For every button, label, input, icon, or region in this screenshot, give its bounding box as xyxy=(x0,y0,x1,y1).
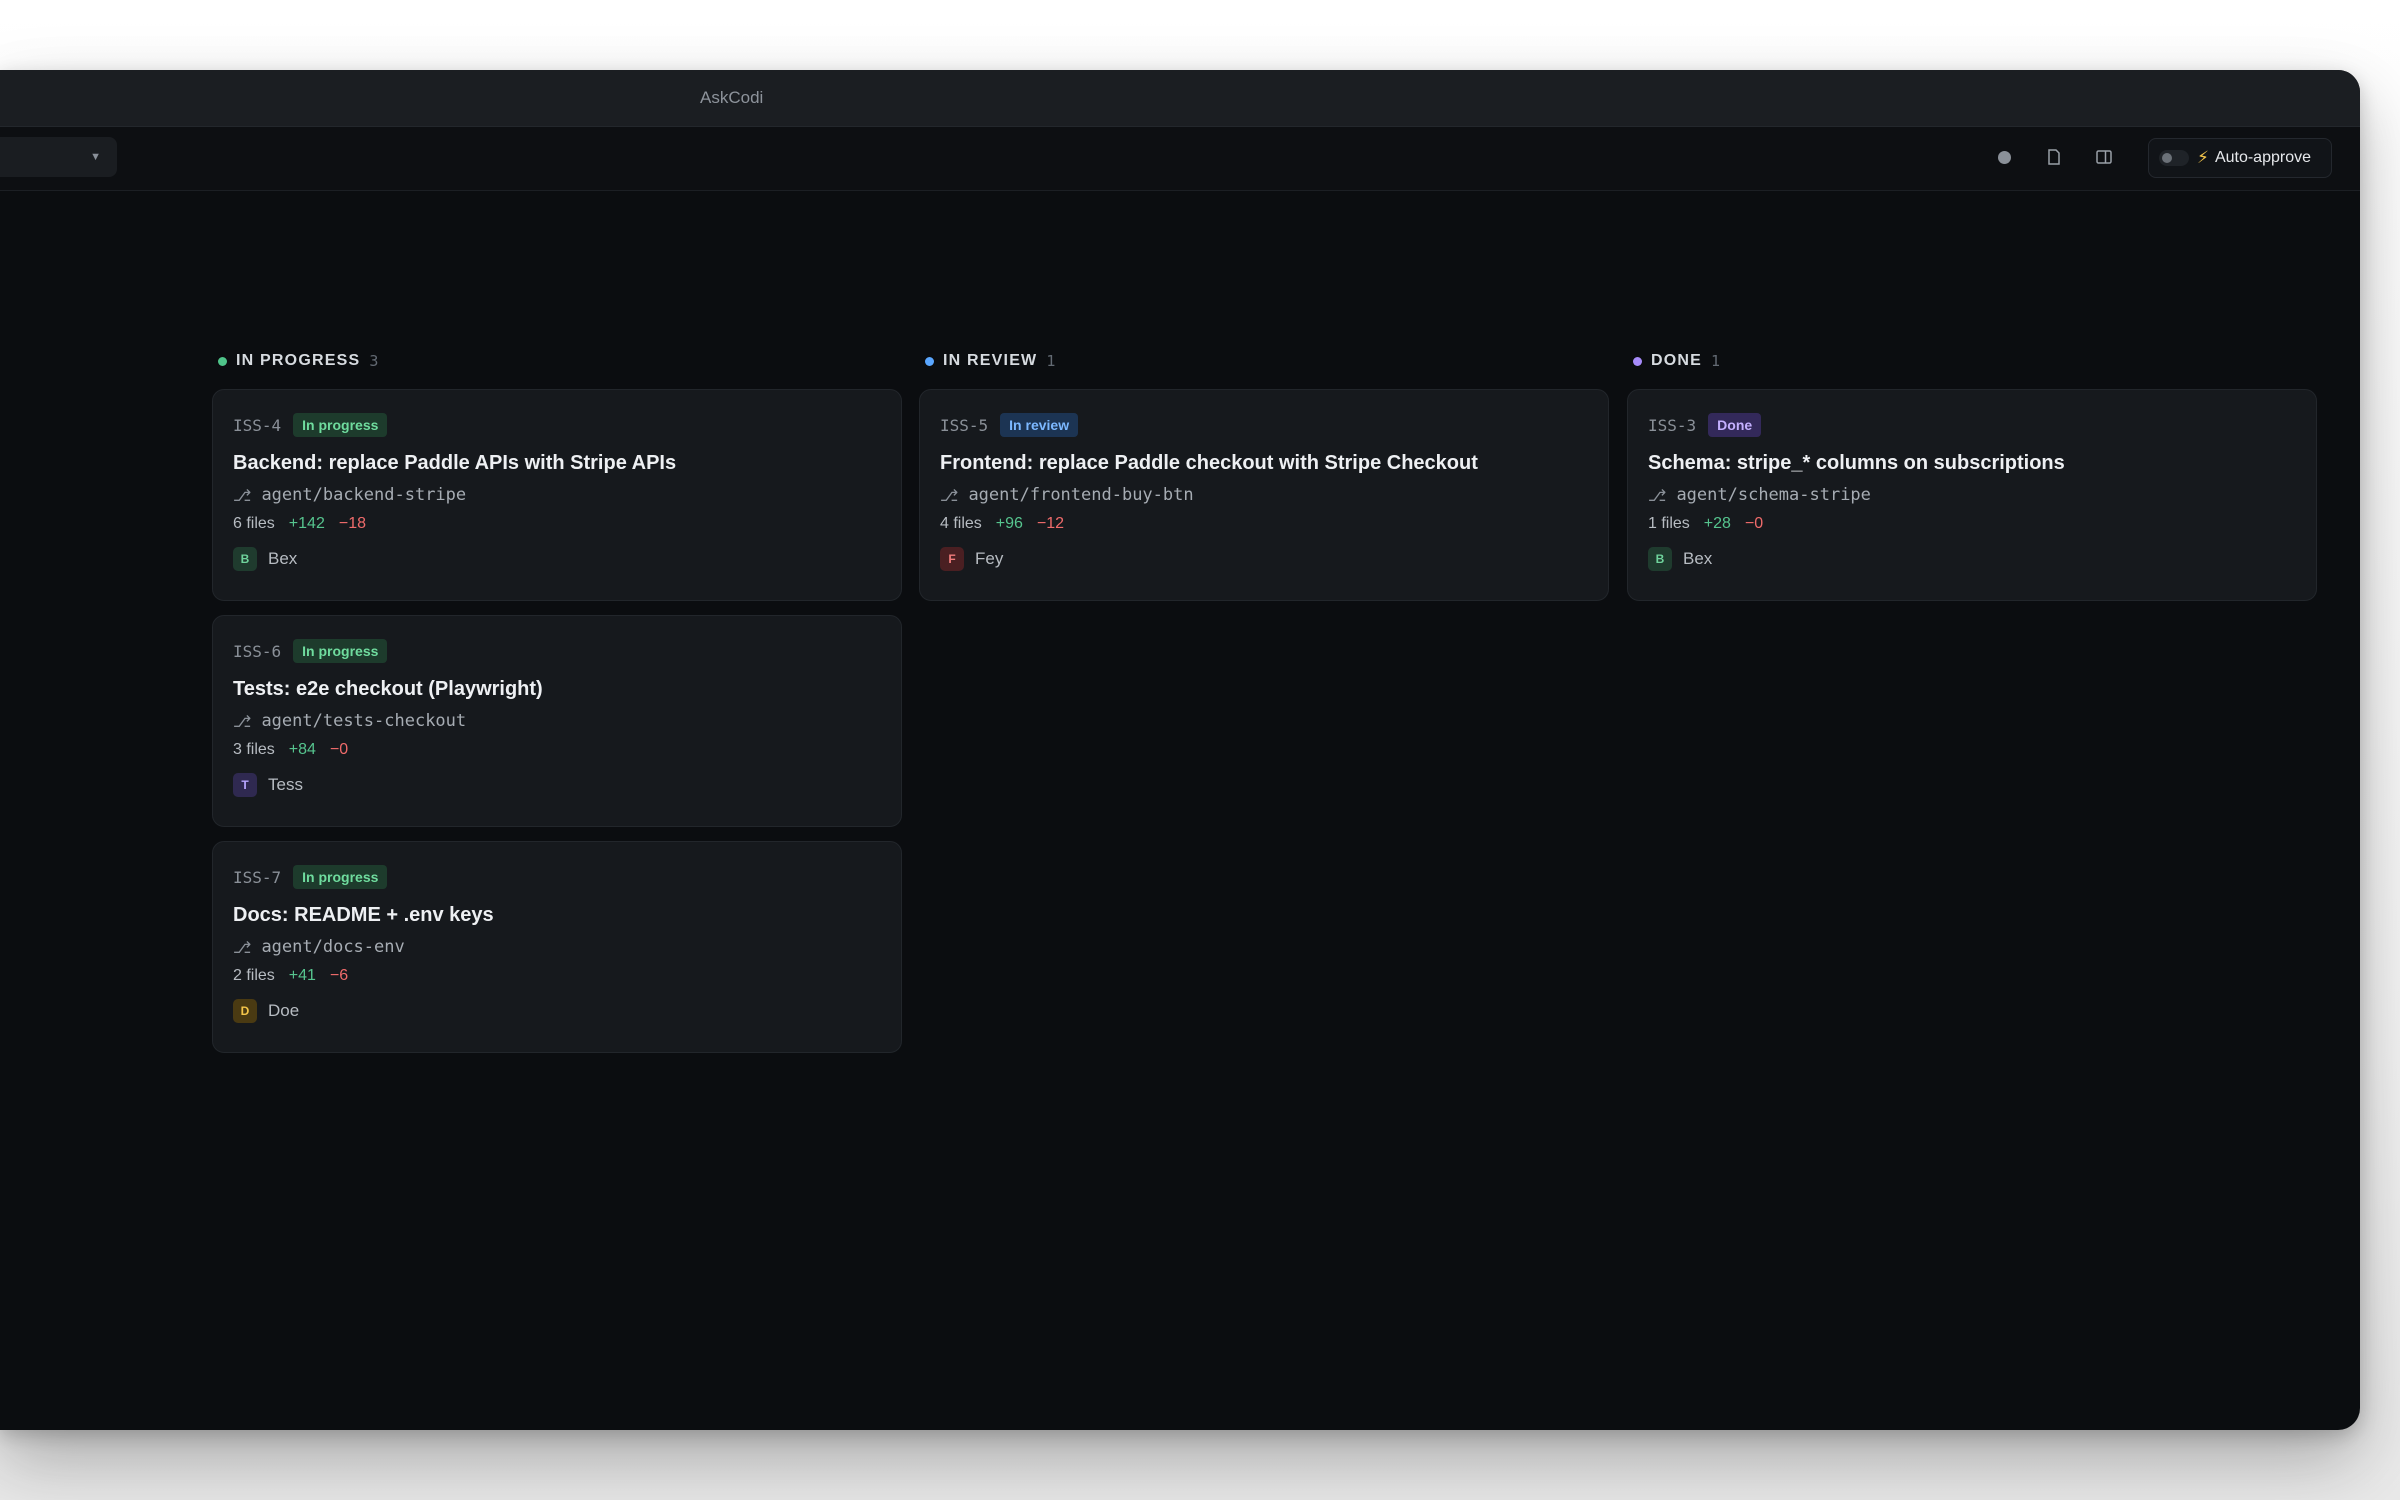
chevron-down-icon: ▼ xyxy=(90,151,101,163)
title-bar: AskCodi xyxy=(0,70,2360,127)
project-dropdown[interactable]: ▼ xyxy=(0,137,117,177)
column-count: 3 xyxy=(369,352,379,370)
issue-id: ISS-5 xyxy=(940,415,989,435)
avatar: B xyxy=(233,547,257,571)
status-badge: In progress xyxy=(293,865,388,889)
issue-title: Schema: stripe_* columns on subscription… xyxy=(1648,452,2065,474)
split-panel-icon[interactable] xyxy=(2093,146,2115,168)
branch-name: agent/backend-stripe xyxy=(261,485,467,505)
files-changed: 2 files xyxy=(233,967,275,984)
branch-name: agent/tests-checkout xyxy=(261,711,467,731)
files-changed: 3 files xyxy=(233,741,275,758)
status-dot xyxy=(925,356,934,366)
avatar: D xyxy=(233,999,257,1023)
branch-name: agent/schema-stripe xyxy=(1676,485,1871,505)
avatar: F xyxy=(940,547,964,571)
deletions: −6 xyxy=(329,967,349,984)
kanban-board: IN PROGRESS 3 ISS-4 In progress Backend: rep… xyxy=(0,189,2360,1430)
issue-title: Frontend: replace Paddle checkout with S… xyxy=(940,452,1478,474)
lightning-icon: ⚡ xyxy=(2197,148,2209,167)
assignee[interactable]: F Fey xyxy=(940,547,1588,571)
auto-approve-toggle[interactable]: ⚡ Auto-approve xyxy=(2148,138,2332,178)
column-header: IN REVIEW 1 xyxy=(925,352,1055,370)
status-dot xyxy=(1633,356,1642,366)
status-badge: In progress xyxy=(293,413,388,437)
auto-approve-label: Auto-approve xyxy=(2214,149,2311,166)
issue-card[interactable]: ISS-6 In progress Tests: e2e checkout (Pla… xyxy=(212,615,902,827)
toolbar: ▼ ⚡ Auto-approve xyxy=(0,127,2360,191)
avatar: T xyxy=(233,773,257,797)
git-branch-icon: ⎇ xyxy=(233,937,252,957)
files-changed: 4 files xyxy=(940,515,982,532)
status-badge: In progress xyxy=(293,639,388,663)
column-header: IN PROGRESS 3 xyxy=(218,352,378,370)
issue-id: ISS-3 xyxy=(1648,415,1697,435)
additions: +28 xyxy=(1703,515,1731,532)
issue-id: ISS-6 xyxy=(233,641,282,661)
assignee[interactable]: D Doe xyxy=(233,999,881,1023)
assignee-name: Bex xyxy=(1683,549,1713,568)
deletions: −12 xyxy=(1036,515,1065,532)
issue-id: ISS-4 xyxy=(233,415,282,435)
assignee[interactable]: T Tess xyxy=(233,773,881,797)
issue-card[interactable]: ISS-3 Done Schema: stripe_* columns on sub… xyxy=(1627,389,2317,601)
issue-id: ISS-7 xyxy=(233,867,282,887)
avatar: B xyxy=(1648,547,1672,571)
issue-card[interactable]: ISS-4 In progress Backend: replace Paddle … xyxy=(212,389,902,601)
assignee-name: Bex xyxy=(268,549,298,568)
additions: +142 xyxy=(288,515,325,532)
column-title: DONE xyxy=(1651,352,1703,369)
deletions: −18 xyxy=(338,515,366,532)
toggle-switch[interactable] xyxy=(2159,150,2189,166)
git-branch-icon: ⎇ xyxy=(233,485,252,505)
assignee[interactable]: B Bex xyxy=(233,547,881,571)
window-title: AskCodi xyxy=(700,88,764,107)
branch-name: agent/docs-env xyxy=(261,937,405,957)
issue-title: Docs: README + .env keys xyxy=(233,904,494,926)
column-title: IN REVIEW xyxy=(943,352,1038,369)
assignee-name: Tess xyxy=(268,775,303,794)
additions: +41 xyxy=(288,967,316,984)
record-icon[interactable] xyxy=(1993,146,2015,168)
status-dot xyxy=(218,356,227,366)
column-header: DONE 1 xyxy=(1633,352,1720,370)
issue-title: Backend: replace Paddle APIs with Stripe… xyxy=(233,452,677,474)
branch-name: agent/frontend-buy-btn xyxy=(968,485,1194,505)
additions: +96 xyxy=(995,515,1023,532)
card-list: ISS-4 In progress Backend: replace Paddle … xyxy=(212,389,902,1067)
additions: +84 xyxy=(288,741,316,758)
assignee[interactable]: B Bex xyxy=(1648,547,2296,571)
issue-title: Tests: e2e checkout (Playwright) xyxy=(233,678,543,700)
document-icon[interactable] xyxy=(2043,146,2065,168)
git-branch-icon: ⎇ xyxy=(940,485,959,505)
card-list: ISS-5 In review Frontend: replace Paddle c… xyxy=(919,389,1609,615)
issue-card[interactable]: ISS-7 In progress Docs: README + .env keys… xyxy=(212,841,902,1053)
column-count: 1 xyxy=(1046,352,1056,370)
deletions: −0 xyxy=(1744,515,1764,532)
git-branch-icon: ⎇ xyxy=(233,711,252,731)
files-changed: 6 files xyxy=(233,515,275,532)
app-window: AskCodi ▼ ⚡ Auto-approve IN PROGRESS 3 ISS… xyxy=(0,70,2360,1430)
deletions: −0 xyxy=(329,741,349,758)
status-badge: In review xyxy=(1000,413,1079,437)
status-badge: Done xyxy=(1708,413,1762,437)
assignee-name: Doe xyxy=(268,1001,300,1020)
column-count: 1 xyxy=(1711,352,1721,370)
issue-card[interactable]: ISS-5 In review Frontend: replace Paddle c… xyxy=(919,389,1609,601)
files-changed: 1 files xyxy=(1648,515,1690,532)
column-title: IN PROGRESS xyxy=(236,352,361,369)
card-list: ISS-3 Done Schema: stripe_* columns on sub… xyxy=(1627,389,2317,615)
git-branch-icon: ⎇ xyxy=(1648,485,1667,505)
assignee-name: Fey xyxy=(975,549,1004,568)
